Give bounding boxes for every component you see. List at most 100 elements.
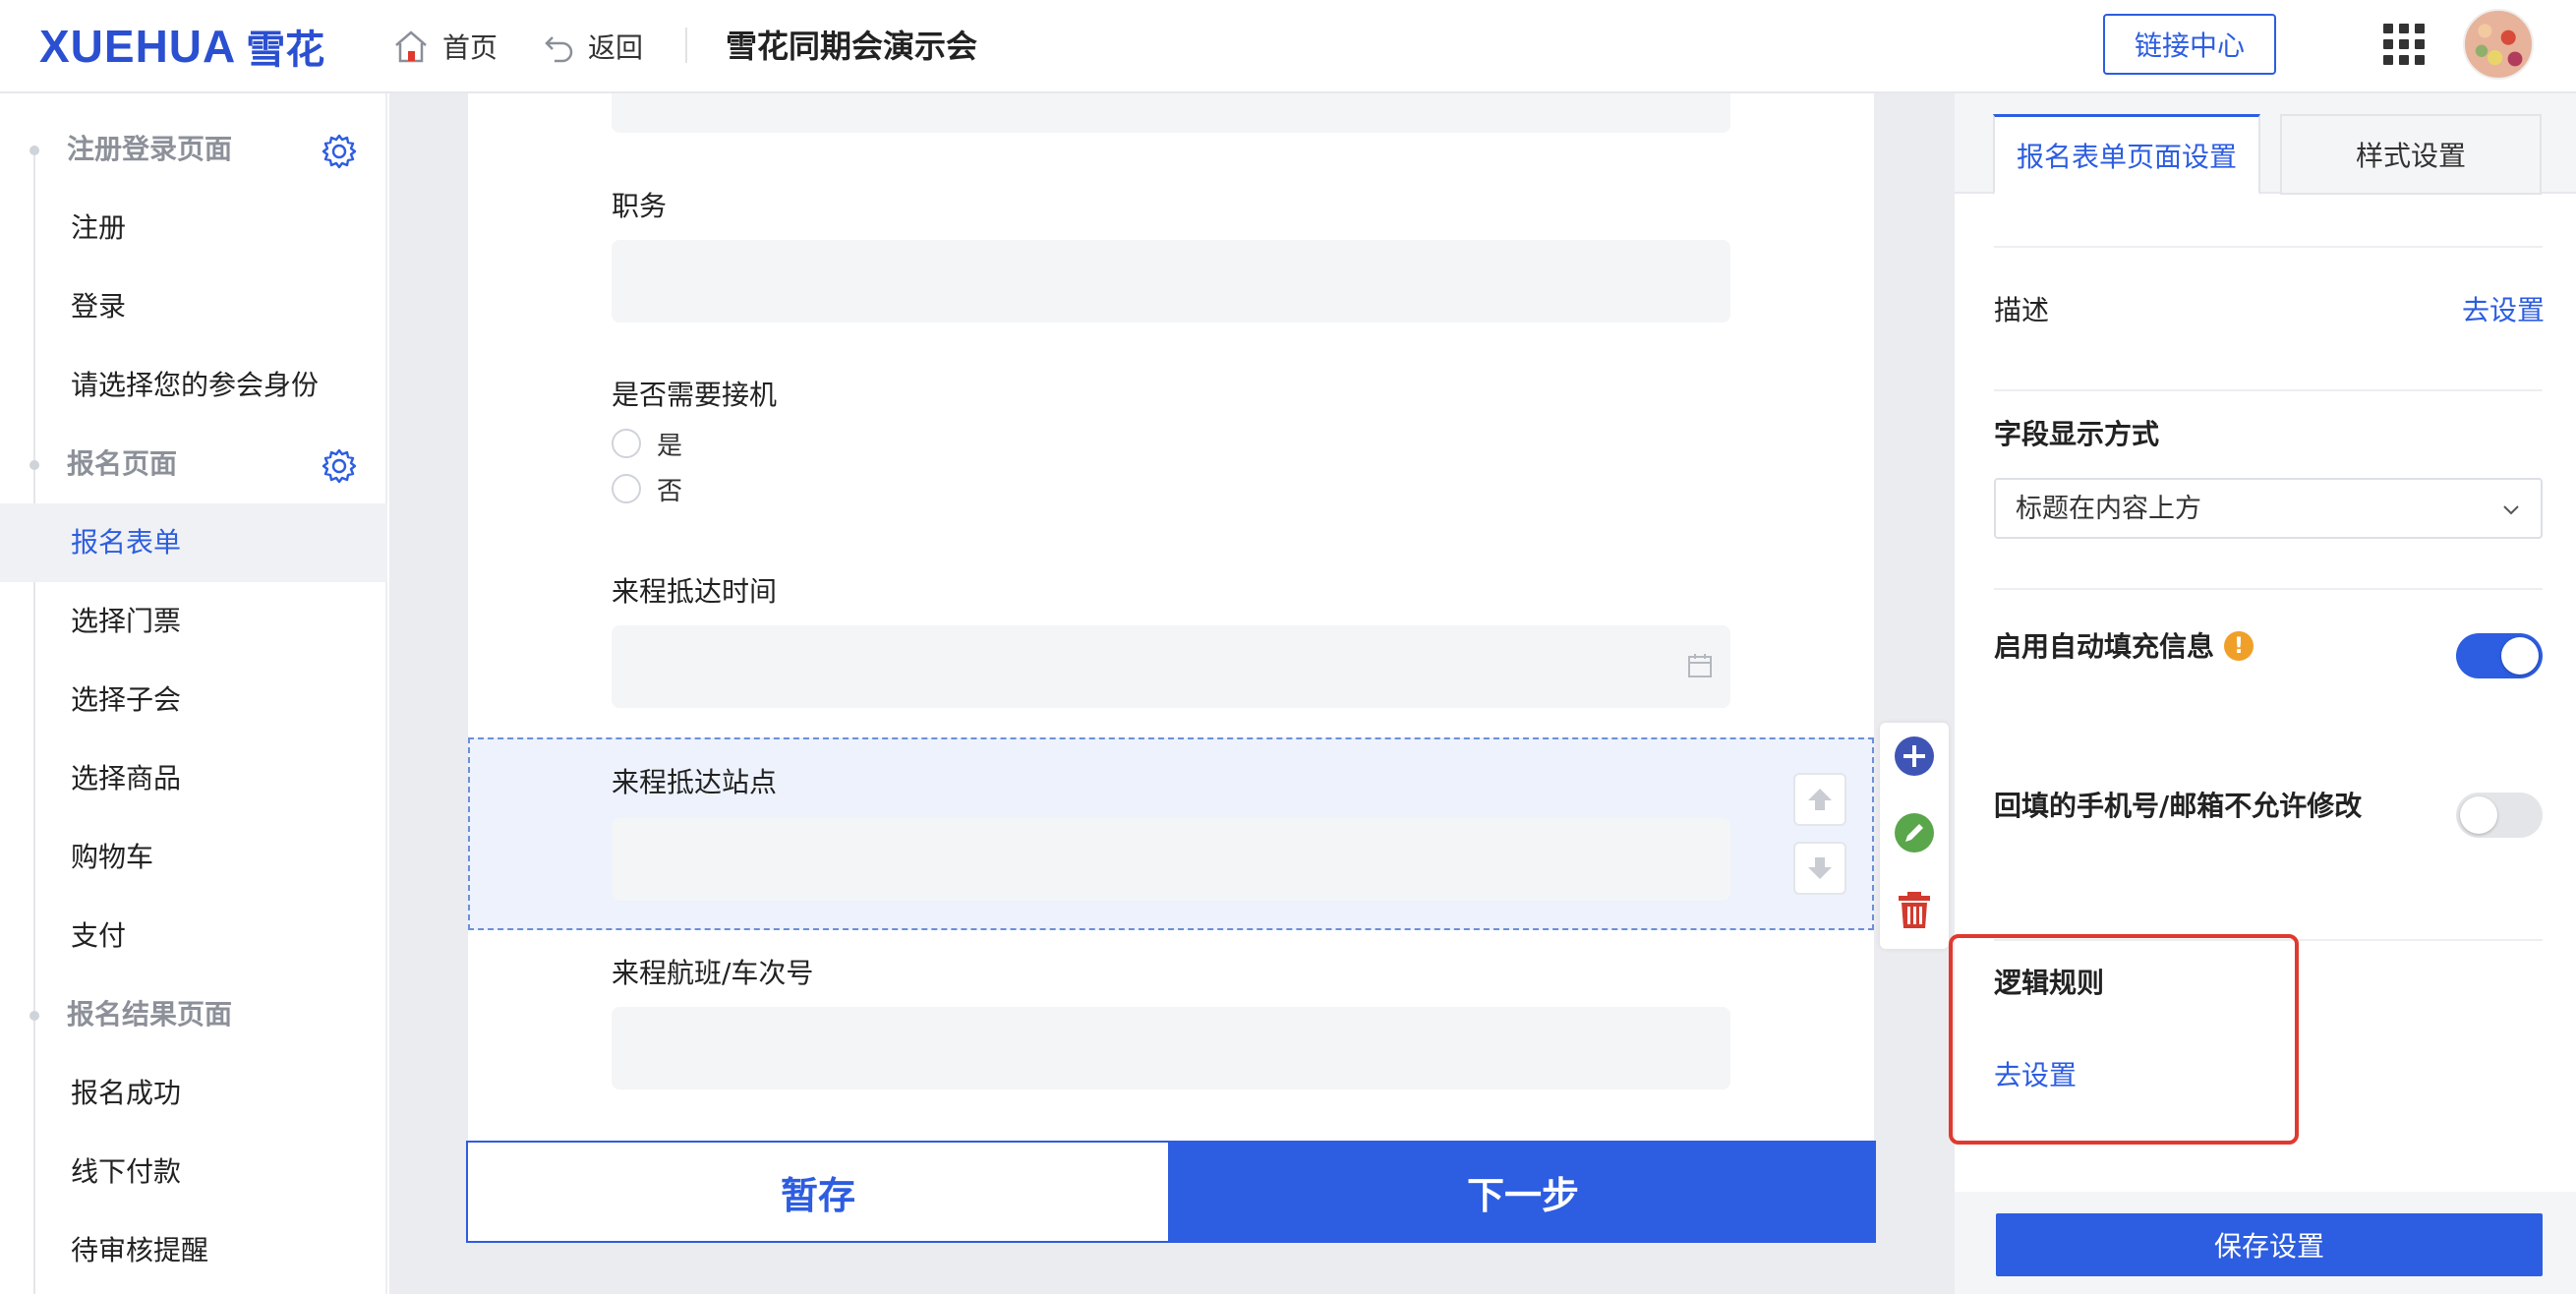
divider [1994,389,2543,391]
save-settings-button[interactable]: 保存设置 [1996,1213,2543,1276]
brand-logo[interactable]: XUEHUA 雪花 [39,21,324,73]
logic-rules-highlight [1949,934,2299,1145]
arrow-down-icon [1808,857,1832,879]
header-divider [685,28,687,63]
move-up-button[interactable] [1793,773,1846,826]
radio-label: 否 [657,476,683,506]
event-title: 雪花同期会演示会 [726,28,978,65]
top-header: XUEHUA 雪花 首页 返回 雪花同期会演示会 链接中心 [0,0,2576,93]
gear-icon[interactable] [320,446,359,486]
sidebar-item-label: 登录 [71,290,127,323]
position-input[interactable] [612,240,1730,323]
sidebar-group-label: 报名结果页面 [67,998,233,1030]
add-field-button[interactable] [1893,735,1936,778]
arrival-station-input[interactable] [612,818,1730,901]
tree-dot [29,460,39,470]
radio-option-no[interactable]: 否 [612,472,683,506]
gear-icon[interactable] [320,132,359,171]
divider [1994,246,2543,248]
field-label-arrival-station: 来程抵达站点 [612,766,778,798]
sidebar-group-registration: 报名页面 [0,425,387,503]
sidebar-item-label: 选择商品 [71,762,182,794]
sidebar-item-select-product[interactable]: 选择商品 [0,739,387,818]
field-tools [1880,723,1949,949]
sidebar-item-label: 线下付款 [71,1155,182,1188]
back-label: 返回 [588,31,644,64]
sidebar-item-payment[interactable]: 支付 [0,897,387,975]
sidebar-item-label: 选择子会 [71,683,182,716]
delete-field-button[interactable] [1893,888,1936,931]
home-label: 首页 [442,31,498,64]
readonly-contact-toggle[interactable] [2456,793,2543,838]
sidebar-item-label: 请选择您的参会身份 [71,369,320,401]
calendar-icon [1688,654,1712,677]
field-label-position: 职务 [612,190,668,222]
divider [1994,588,2543,590]
sidebar-item-registration-form[interactable]: 报名表单 [0,503,387,582]
trash-icon [1899,892,1930,928]
arrival-time-input[interactable] [612,625,1730,708]
sidebar-item-success[interactable]: 报名成功 [0,1054,387,1133]
sidebar-item-label: 支付 [71,919,127,952]
field-display-label: 字段显示方式 [1994,418,2160,450]
sidebar-item-label: 注册 [71,211,127,244]
back-arrow-icon [545,36,573,63]
tab-style-settings[interactable]: 样式设置 [2280,114,2542,195]
logo-text: XUEHUA [39,21,237,72]
field-label-arrival-time: 来程抵达时间 [612,575,778,608]
radio-label: 是 [657,431,683,461]
edit-field-button[interactable] [1893,811,1936,854]
link-center-button[interactable]: 链接中心 [2103,14,2276,75]
sidebar-item-label: 选择门票 [71,605,182,637]
home-link[interactable]: 首页 [391,24,498,69]
avatar[interactable] [2463,9,2534,80]
back-link[interactable]: 返回 [543,24,643,69]
sidebar-item-label: 报名表单 [71,526,182,559]
tab-form-page-settings[interactable]: 报名表单页面设置 [1993,114,2260,195]
sidebar-group-register-login: 注册登录页面 [0,110,387,189]
apps-grid-icon[interactable] [2383,24,2425,65]
autofill-label: 启用自动填充信息 [1994,630,2215,663]
field-label-arrival-flight: 来程航班/车次号 [612,957,814,989]
tree-dot [29,146,39,155]
sidebar-item-offline-payment[interactable]: 线下付款 [0,1133,387,1211]
autofill-toggle[interactable] [2456,633,2543,678]
readonly-contact-label: 回填的手机号/邮箱不允许修改 [1994,790,2363,822]
toggle-knob [2501,637,2539,675]
toggle-knob [2460,796,2497,834]
sidebar-item-label: 待审核提醒 [71,1234,209,1266]
sidebar-item-select-ticket[interactable]: 选择门票 [0,582,387,661]
sidebar-group-label: 报名页面 [67,447,178,480]
warning-icon[interactable]: ! [2224,631,2254,661]
sidebar-item-register[interactable]: 注册 [0,189,387,267]
sidebar-group-result: 报名结果页面 [0,975,387,1054]
plus-circle-icon [1895,736,1934,776]
description-set-link[interactable]: 去设置 [2462,291,2545,330]
radio-circle[interactable] [612,474,641,503]
tree-dot [29,1011,39,1021]
description-label: 描述 [1994,294,2050,326]
next-step-button[interactable]: 下一步 [1170,1141,1876,1243]
sidebar-item-login[interactable]: 登录 [0,267,387,346]
radio-circle[interactable] [612,429,641,458]
sidebar-item-pending-review[interactable]: 待审核提醒 [0,1211,387,1290]
home-icon [395,30,427,63]
arrow-up-icon [1808,789,1832,810]
chevron-down-icon [2503,505,2519,515]
sidebar-item-label: 报名成功 [71,1077,182,1109]
sidebar-item-select-identity[interactable]: 请选择您的参会身份 [0,346,387,425]
move-down-button[interactable] [1793,842,1846,895]
arrival-flight-input[interactable] [612,1007,1730,1089]
field-display-value: 标题在内容上方 [2016,494,2201,524]
logo-cn-text: 雪花 [246,28,325,73]
previous-field-input[interactable] [612,93,1730,133]
edit-pencil-icon [1895,813,1934,853]
field-display-select[interactable]: 标题在内容上方 [1994,478,2543,539]
sidebar-item-label: 购物车 [71,841,154,873]
radio-option-yes[interactable]: 是 [612,427,683,461]
field-label-need-pickup: 是否需要接机 [612,379,778,411]
sidebar-item-cart[interactable]: 购物车 [0,818,387,897]
save-draft-button[interactable]: 暂存 [466,1141,1170,1243]
sidebar-group-label: 注册登录页面 [67,133,233,165]
sidebar-item-select-subevent[interactable]: 选择子会 [0,661,387,739]
